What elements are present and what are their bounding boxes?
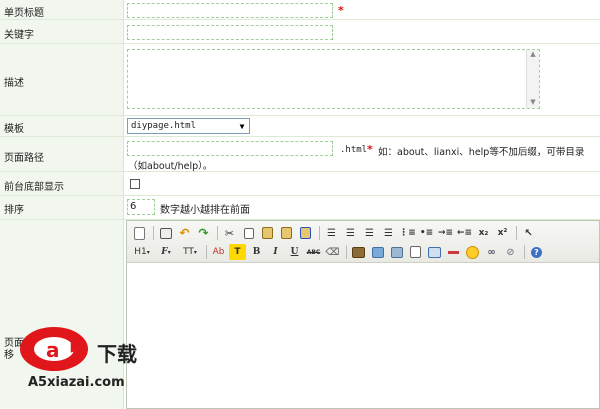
keyword-label: 关键字	[4, 30, 34, 41]
template-select[interactable]: diypage.html ▼	[127, 118, 250, 134]
link-icon[interactable]: ∞	[483, 244, 500, 260]
path-hint-line1: 如：about、lianxi、help等不加后缀，可带目录	[378, 147, 585, 158]
path-required-mark: *	[367, 143, 373, 156]
row-sort: 排序 6 数字越小越排在前面	[0, 196, 600, 220]
editor-toolbar: ↶ ↷ ✂ ☰ ☰ ☰ ☰ ⋮≡ •≡ →≡ ←≡ x₂ x² ↖ H1 ▾ F ▾…	[127, 221, 599, 263]
flash-icon[interactable]	[369, 244, 386, 260]
ordered-list-icon[interactable]: ⋮≡	[399, 225, 416, 241]
watermark-domain: A5xiazai.com	[28, 375, 125, 390]
toolbar-separator	[524, 245, 525, 259]
toolbar-separator	[319, 226, 320, 240]
highlight-button[interactable]: T	[229, 244, 246, 260]
path-input[interactable]	[127, 141, 333, 156]
sort-hint: 数字越小越排在前面	[160, 205, 250, 216]
preview-icon[interactable]	[157, 225, 174, 241]
select-all-icon[interactable]: ↖	[520, 225, 537, 241]
font-size-button[interactable]: TT ▾	[179, 244, 201, 260]
outdent-icon[interactable]: ←≡	[456, 225, 473, 241]
toolbar-separator	[346, 245, 347, 259]
toolbar-row-2: H1 ▾ F ▾ TT ▾ Ab T B I U ABC ⌫ ∞ ⊘ ?	[131, 243, 547, 261]
emoticon-icon[interactable]	[464, 244, 481, 260]
source-icon[interactable]	[131, 225, 148, 241]
help-icon[interactable]: ?	[528, 244, 545, 260]
description-textarea[interactable]: ▲ ▼	[127, 49, 540, 109]
align-right-icon[interactable]: ☰	[361, 225, 378, 241]
paste-icon[interactable]	[259, 225, 276, 241]
cut-icon[interactable]: ✂	[221, 225, 238, 241]
path-suffix: .html	[340, 145, 368, 155]
sort-label: 排序	[4, 205, 24, 216]
row-keywords: 关键字	[0, 20, 600, 44]
underline-button[interactable]: U	[286, 244, 303, 260]
toolbar-separator	[217, 226, 218, 240]
strikethrough-button[interactable]: ABC	[305, 244, 322, 260]
watermark-download-text: 下载	[97, 342, 137, 366]
image-icon[interactable]	[350, 244, 367, 260]
path-label: 页面路径	[4, 153, 44, 164]
toolbar-separator	[206, 245, 207, 259]
sort-value: 6	[130, 201, 137, 212]
footer-display-checkbox[interactable]	[130, 179, 140, 189]
align-left-icon[interactable]: ☰	[323, 225, 340, 241]
paste-text-icon[interactable]	[278, 225, 295, 241]
row-path: 页面路径 .html * 如：about、lianxi、help等不加后缀，可带…	[0, 137, 600, 172]
paste-word-icon[interactable]	[297, 225, 314, 241]
row-title: 单页标题 *	[0, 0, 600, 20]
hr-icon[interactable]	[445, 244, 462, 260]
superscript-icon[interactable]: x²	[494, 225, 511, 241]
row-footer-display: 前台底部显示	[0, 172, 600, 196]
watermark-logo: a 5 下载 A5xiazai.com	[14, 323, 164, 391]
sort-input[interactable]: 6	[127, 199, 155, 215]
keyword-input[interactable]	[127, 25, 333, 40]
required-mark: *	[338, 4, 344, 17]
bold-button[interactable]: B	[248, 244, 265, 260]
toolbar-row-1: ↶ ↷ ✂ ☰ ☰ ☰ ☰ ⋮≡ •≡ →≡ ←≡ x₂ x² ↖	[131, 224, 539, 242]
unlink-icon[interactable]: ⊘	[502, 244, 519, 260]
redo-icon[interactable]: ↷	[195, 225, 212, 241]
content-label-part2: 移	[4, 350, 14, 361]
scroll-up-icon[interactable]: ▲	[527, 50, 539, 60]
row-template: 模板 diypage.html ▼	[0, 116, 600, 137]
description-label: 描述	[4, 78, 24, 89]
font-family-button[interactable]: F ▾	[155, 244, 177, 260]
align-justify-icon[interactable]: ☰	[380, 225, 397, 241]
toolbar-separator	[516, 226, 517, 240]
path-hint-line2: （如about/help）。	[128, 161, 213, 172]
editor-content-area[interactable]	[127, 262, 599, 408]
heading-button[interactable]: H1 ▾	[131, 244, 153, 260]
text-color-button[interactable]: Ab	[210, 244, 227, 260]
subscript-icon[interactable]: x₂	[475, 225, 492, 241]
rich-text-editor: ↶ ↷ ✂ ☰ ☰ ☰ ☰ ⋮≡ •≡ →≡ ←≡ x₂ x² ↖ H1 ▾ F ▾…	[126, 220, 600, 409]
svg-text:5: 5	[68, 338, 86, 368]
footer-display-label: 前台底部显示	[4, 182, 64, 193]
dropdown-arrow-icon[interactable]: ▼	[237, 122, 247, 132]
title-label: 单页标题	[4, 8, 44, 19]
toolbar-separator	[153, 226, 154, 240]
scroll-down-icon[interactable]: ▼	[527, 98, 539, 108]
copy-icon[interactable]	[240, 225, 257, 241]
row-description: 描述 ▲ ▼	[0, 44, 600, 116]
template-select-value: diypage.html	[131, 121, 197, 131]
italic-button[interactable]: I	[267, 244, 284, 260]
file-icon[interactable]	[407, 244, 424, 260]
align-center-icon[interactable]: ☰	[342, 225, 359, 241]
table-icon[interactable]	[426, 244, 443, 260]
eraser-icon[interactable]: ⌫	[324, 244, 341, 260]
template-label: 模板	[4, 124, 24, 135]
undo-icon[interactable]: ↶	[176, 225, 193, 241]
indent-icon[interactable]: →≡	[437, 225, 454, 241]
textarea-scrollbar[interactable]: ▲ ▼	[526, 50, 539, 108]
media-icon[interactable]	[388, 244, 405, 260]
unordered-list-icon[interactable]: •≡	[418, 225, 435, 241]
svg-text:a: a	[46, 338, 60, 362]
title-input[interactable]	[127, 3, 333, 18]
